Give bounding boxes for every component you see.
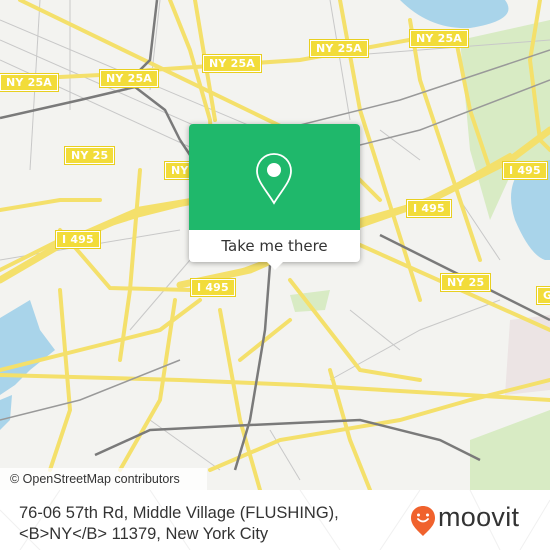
route-shield: NY 25A [308, 39, 370, 58]
route-shield: NY 25A [0, 73, 60, 92]
route-shield: I 495 [406, 199, 452, 218]
moovit-logo[interactable]: moovit [410, 502, 540, 539]
rail-lirr [0, 85, 182, 141]
water-lake [400, 0, 509, 29]
water-creek [0, 300, 55, 395]
route-shield: I 495 [190, 278, 236, 297]
location-popup: Take me there [189, 124, 360, 270]
address-text: 76-06 57th Rd, Middle Village (FLUSHING)… [19, 503, 359, 545]
park-forest [470, 410, 550, 490]
route-shield: NY 25A [408, 29, 470, 48]
moovit-wordmark: moovit [438, 502, 520, 532]
map-attribution[interactable]: © OpenStreetMap contributors [0, 468, 207, 490]
address-line-1: 76-06 57th Rd, Middle Village (FLUSHING)… [19, 504, 339, 522]
take-me-there-button[interactable]: Take me there [189, 230, 360, 262]
map-pin-icon [256, 153, 292, 205]
highway-i495 [0, 196, 204, 284]
route-shield: NY 25A [201, 54, 263, 73]
moovit-pin-icon [411, 506, 435, 536]
route-shield: NY 25A [98, 69, 160, 88]
water-basin [0, 395, 12, 430]
route-shield: G [535, 286, 550, 305]
route-shield: I 495 [55, 230, 101, 249]
address-line-2: <B>NY</B> 11379, New York City [19, 525, 269, 543]
popup-header [189, 124, 360, 230]
route-shield: NY 25 [63, 146, 116, 165]
route-shield: NY 25 [439, 273, 492, 292]
route-shield: I 495 [502, 161, 548, 180]
popup-pointer [266, 261, 284, 270]
